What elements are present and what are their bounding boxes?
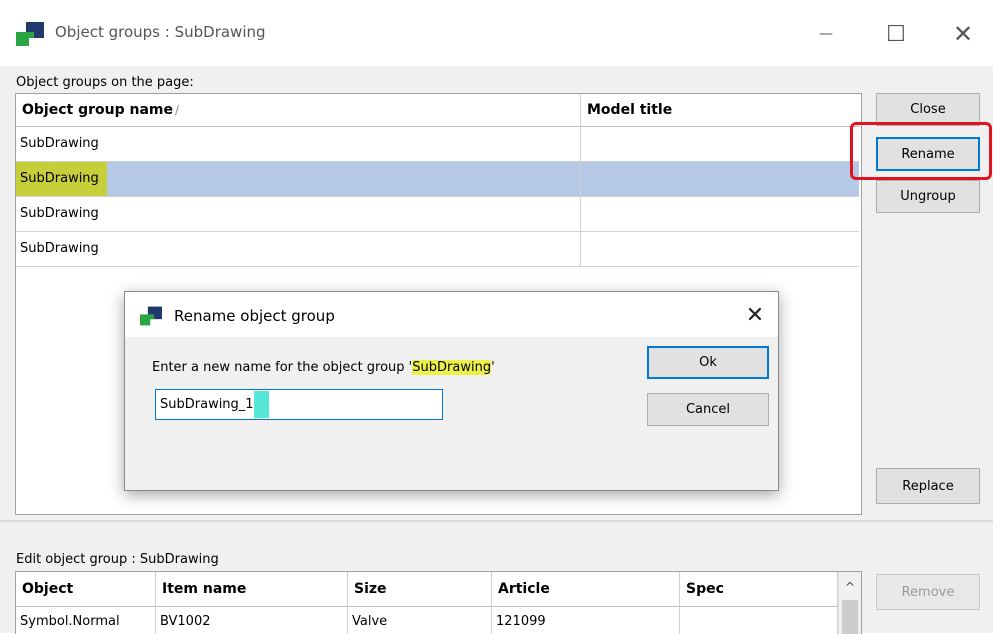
- table-row[interactable]: SubDrawing: [16, 197, 859, 232]
- column-header-object[interactable]: Object: [16, 572, 156, 607]
- app-logo-icon: [140, 306, 162, 326]
- column-header-article[interactable]: Article: [492, 572, 680, 607]
- dialog-title: Rename object group: [174, 307, 335, 325]
- cell-size[interactable]: Valve: [348, 607, 492, 634]
- remove-button: Remove: [876, 574, 980, 610]
- window-title: Object groups : SubDrawing: [55, 23, 266, 41]
- dialog-prompt: Enter a new name for the object group 'S…: [152, 360, 495, 375]
- minimize-icon[interactable]: —: [807, 16, 845, 52]
- column-header-model-title[interactable]: Model title: [581, 94, 859, 127]
- prompt-text: Enter a new name for the object group ': [152, 360, 413, 375]
- cell-group-name: SubDrawing: [16, 232, 581, 266]
- prompt-quote: ': [491, 360, 495, 375]
- prompt-group-name: SubDrawing: [412, 360, 492, 375]
- column-header-spec[interactable]: Spec: [680, 572, 838, 607]
- table-row[interactable]: SubDrawing: [16, 232, 859, 267]
- cell-group-name: SubDrawing: [16, 127, 581, 161]
- column-header-object-group-name[interactable]: Object group name /: [16, 94, 581, 127]
- edit-section-label: Edit object group : SubDrawing: [16, 552, 219, 567]
- ungroup-button[interactable]: Ungroup: [876, 180, 980, 213]
- table-row-selected[interactable]: SubDrawing: [16, 162, 859, 197]
- vertical-scrollbar[interactable]: ^: [838, 572, 861, 634]
- rename-dialog: Rename object group ✕ Enter a new name f…: [124, 291, 779, 491]
- highlighted-group-name: SubDrawing: [16, 162, 107, 196]
- sort-indicator-icon: /: [175, 103, 180, 117]
- cell-spec[interactable]: [680, 607, 838, 634]
- cell-article[interactable]: 121099: [492, 607, 680, 634]
- groups-section-label: Object groups on the page:: [16, 75, 194, 90]
- dialog-close-icon[interactable]: ✕: [740, 300, 770, 330]
- scrollbar-thumb[interactable]: [842, 600, 858, 634]
- close-icon[interactable]: ✕: [944, 16, 982, 52]
- cell-group-name: SubDrawing: [16, 197, 581, 231]
- column-header-size[interactable]: Size: [348, 572, 492, 607]
- cell-object[interactable]: Symbol.Normal: [16, 607, 156, 634]
- cell-group-name: SubDrawing: [16, 162, 581, 196]
- column-header-label: Object group name: [22, 102, 173, 118]
- column-header-item-name[interactable]: Item name: [156, 572, 348, 607]
- rename-annotation-outline: [850, 122, 992, 180]
- ok-button[interactable]: Ok: [647, 346, 769, 379]
- cancel-button[interactable]: Cancel: [647, 393, 769, 426]
- scroll-up-icon[interactable]: ^: [839, 580, 861, 598]
- new-name-input[interactable]: [156, 390, 442, 419]
- app-logo-icon: [16, 22, 44, 46]
- replace-button[interactable]: Replace: [876, 468, 980, 504]
- cell-item-name[interactable]: BV1002: [156, 607, 348, 634]
- new-name-field[interactable]: [155, 389, 443, 420]
- group-items-table[interactable]: Object Item name Size Article Spec Symbo…: [15, 571, 862, 634]
- maximize-icon[interactable]: ☐: [877, 16, 915, 52]
- table-row[interactable]: SubDrawing: [16, 127, 859, 162]
